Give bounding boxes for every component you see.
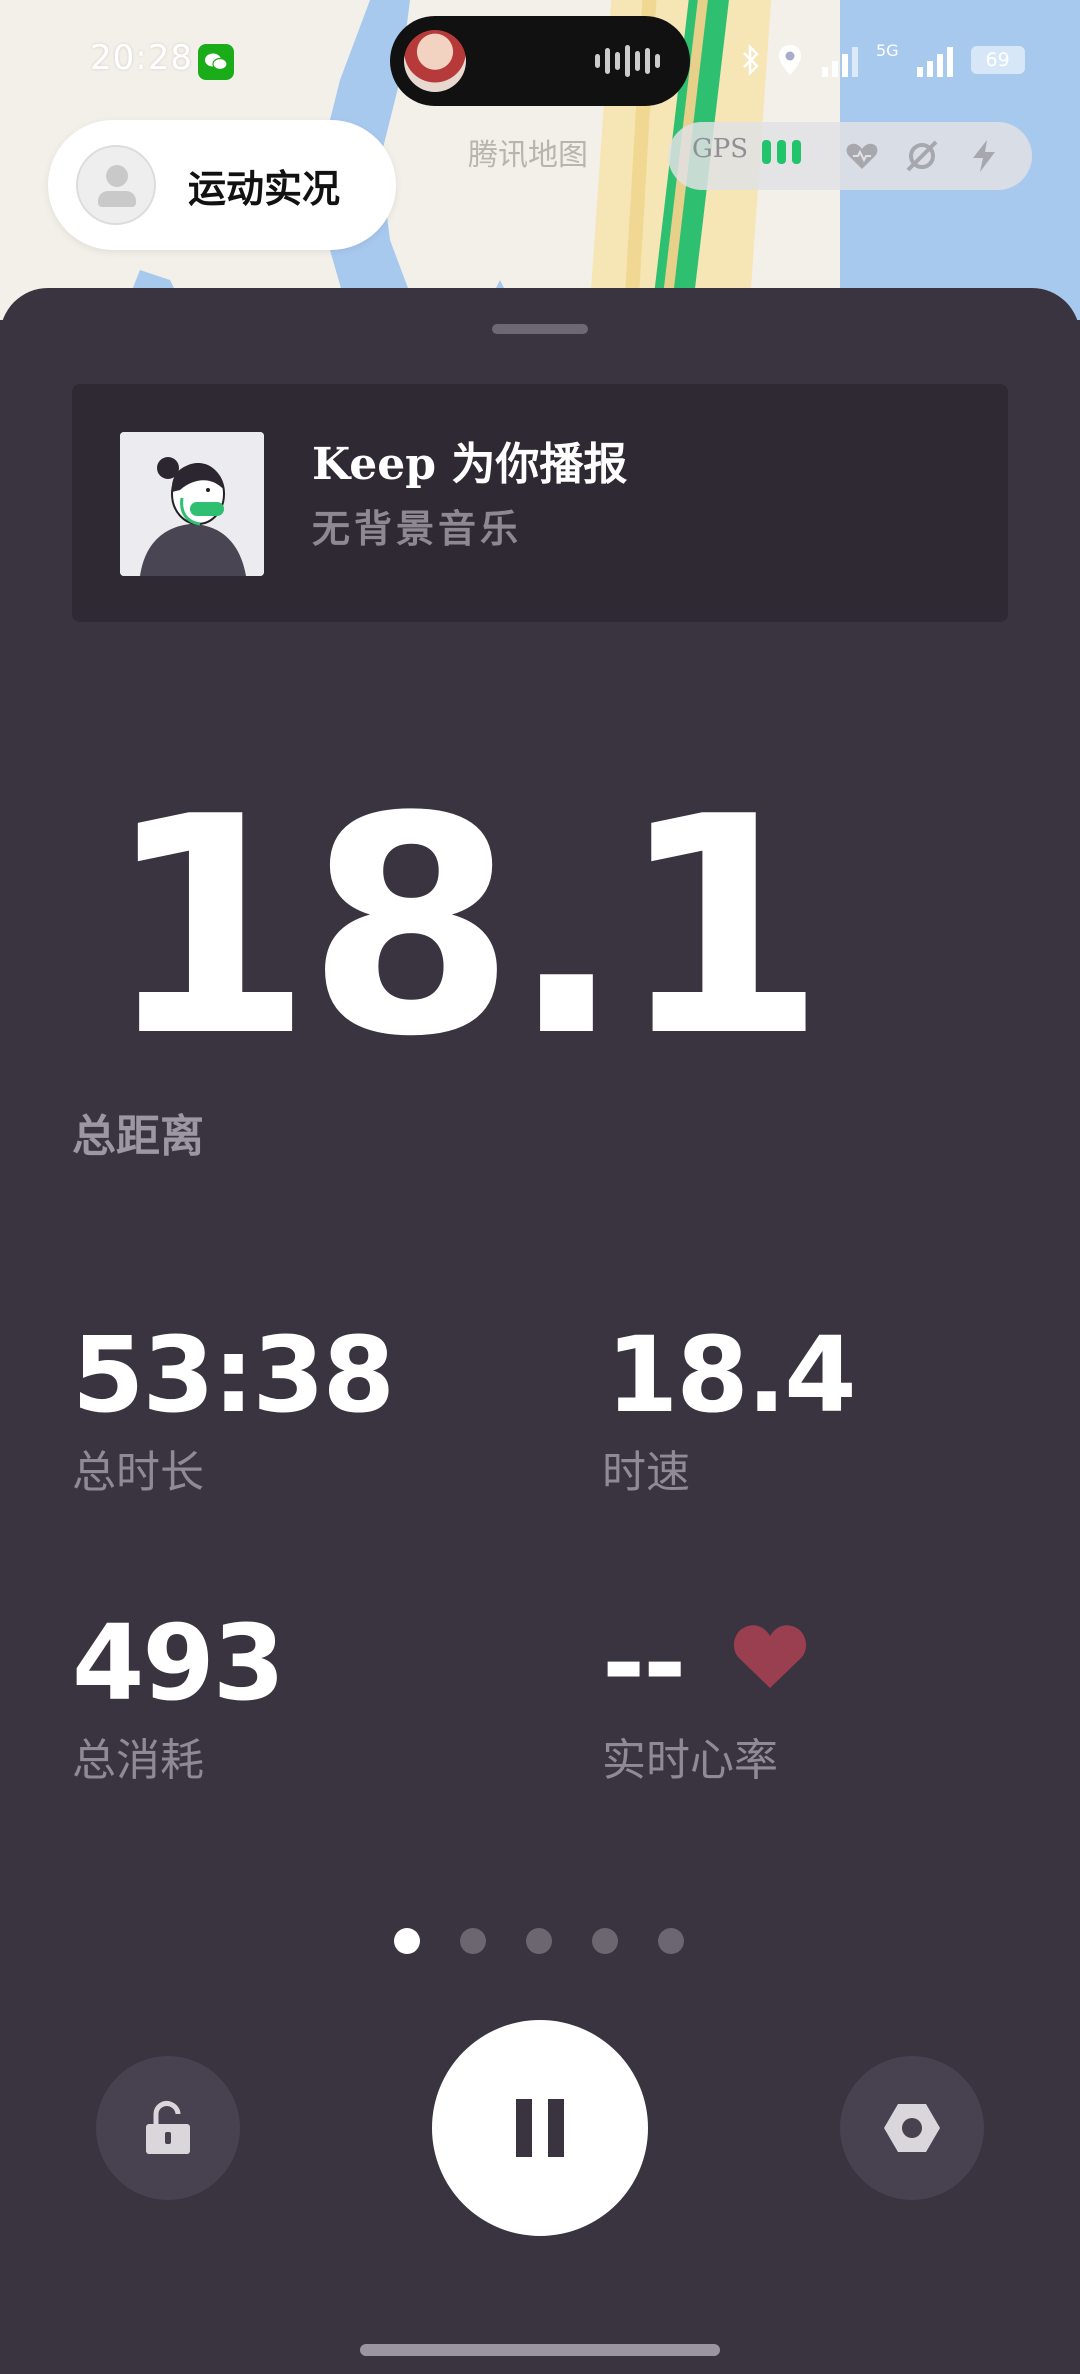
audio-wave-icon — [595, 44, 660, 78]
settings-button[interactable] — [840, 2056, 984, 2200]
sensor-status-pill[interactable]: GPS — [668, 122, 1032, 190]
dynamic-island[interactable] — [390, 16, 690, 106]
status-bar: 20:28 5G 69 — [0, 0, 1080, 120]
calories-value: 493 — [72, 1602, 285, 1724]
page-dot-2[interactable] — [460, 1928, 486, 1954]
calories-label: 总消耗 — [72, 1735, 204, 1786]
music-cover-image — [120, 432, 264, 576]
live-status-button[interactable]: 运动实况 — [48, 120, 396, 250]
page-dot-1[interactable] — [394, 1928, 420, 1954]
user-avatar — [76, 145, 156, 225]
gps-label: GPS — [692, 134, 749, 164]
map-view[interactable]: 20:28 5G 69 运动实况 腾讯地图 GPS — [0, 0, 1080, 320]
live-status-label: 运动实况 — [188, 166, 341, 211]
lock-button[interactable] — [96, 2056, 240, 2200]
home-indicator[interactable] — [360, 2344, 720, 2356]
pause-button[interactable] — [432, 2020, 648, 2236]
page-dot-5[interactable] — [658, 1928, 684, 1954]
workout-panel: Keep 为你播报 无背景音乐 18.1 总距离 53:38 总时长 18.4 … — [0, 288, 1080, 2374]
bluetooth-icon — [743, 44, 759, 76]
island-avatar — [404, 30, 466, 92]
battery-icon: 69 — [970, 46, 1025, 74]
location-icon — [779, 45, 801, 75]
drag-handle[interactable] — [492, 324, 588, 334]
power-sensor-icon — [973, 140, 995, 172]
page-dot-3[interactable] — [526, 1928, 552, 1954]
battery-level: 69 — [985, 49, 1010, 71]
music-title: Keep 为你播报 — [312, 439, 628, 490]
page-dot-4[interactable] — [592, 1928, 618, 1954]
cadence-sensor-icon — [906, 140, 938, 172]
network-type: 5G — [876, 40, 899, 60]
speed-label: 时速 — [602, 1447, 690, 1498]
status-indicators: 5G 69 — [740, 36, 1025, 84]
status-time: 20:28 — [90, 38, 193, 78]
total-distance-value: 18.1 — [104, 753, 826, 1102]
pause-icon — [516, 2099, 564, 2157]
duration-label: 总时长 — [72, 1447, 204, 1498]
heart-rate-label: 实时心率 — [602, 1735, 778, 1786]
signal-icon — [822, 47, 858, 77]
signal-icon-2 — [916, 47, 953, 77]
music-subtitle: 无背景音乐 — [312, 506, 523, 551]
music-card[interactable]: Keep 为你播报 无背景音乐 — [72, 384, 1008, 622]
hexagon-settings-icon — [884, 2104, 940, 2152]
duration-value: 53:38 — [72, 1314, 395, 1436]
total-distance-label: 总距离 — [72, 1111, 204, 1162]
gps-signal-icon — [762, 140, 801, 164]
heart-icon — [733, 1625, 807, 1688]
heart-sensor-icon — [846, 143, 878, 169]
heart-rate-value: -- — [602, 1602, 686, 1724]
speed-value: 18.4 — [606, 1314, 857, 1436]
map-brand: 腾讯地图 — [468, 138, 588, 173]
lock-open-icon — [146, 2101, 190, 2154]
wechat-icon — [198, 44, 234, 80]
page-indicator — [394, 1928, 684, 1954]
